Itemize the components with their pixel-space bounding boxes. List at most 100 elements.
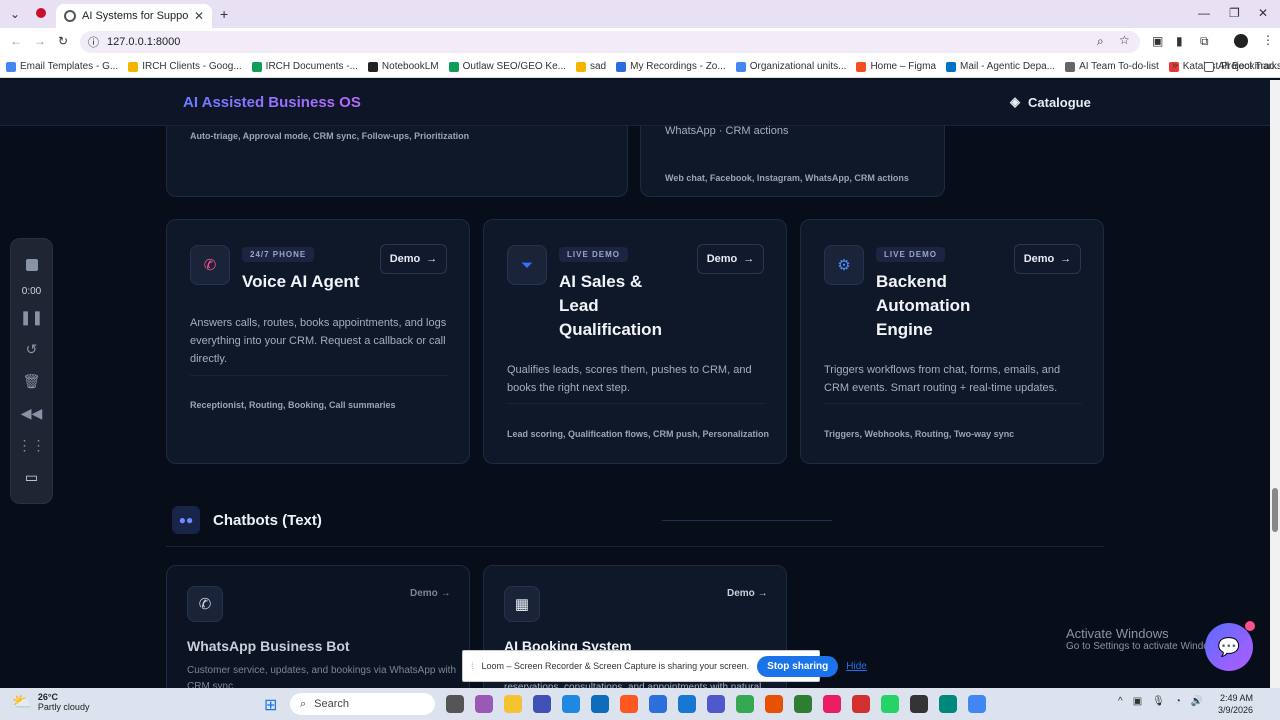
section-accent-line bbox=[662, 520, 832, 521]
file-explorer-icon[interactable] bbox=[504, 695, 522, 713]
zoom-icon[interactable]: ⌕ bbox=[1097, 34, 1104, 49]
tab-title: AI Systems for Support, Sales, a bbox=[82, 10, 188, 22]
more-bookmarks-icon[interactable]: » bbox=[1172, 60, 1178, 71]
stop-recording-icon[interactable] bbox=[11, 249, 52, 281]
taskbar-search[interactable]: ⌕ Search bbox=[290, 693, 435, 715]
trash-icon[interactable]: 🗑 bbox=[11, 365, 52, 397]
site-info-icon[interactable]: ⓘ bbox=[88, 34, 99, 50]
whatsapp-icon[interactable] bbox=[881, 695, 899, 713]
photos-icon[interactable] bbox=[678, 695, 696, 713]
store-icon[interactable] bbox=[533, 695, 551, 713]
arrow-right-icon: → bbox=[426, 253, 438, 265]
brave-icon[interactable] bbox=[620, 695, 638, 713]
demo-link[interactable]: Demo → bbox=[410, 588, 451, 599]
app-icon[interactable] bbox=[910, 695, 928, 713]
bookmark-item[interactable]: Outlaw SEO/GEO Ke... bbox=[448, 61, 566, 72]
stop-sharing-button[interactable]: Stop sharing bbox=[757, 655, 839, 677]
bookmark-item[interactable]: Home – Figma bbox=[856, 61, 936, 72]
brand-logo[interactable]: AI Assisted Business OS bbox=[183, 94, 361, 111]
notification-dot bbox=[1245, 621, 1255, 631]
app-icon[interactable] bbox=[939, 695, 957, 713]
tab-search-icon[interactable]: ⌄ bbox=[10, 7, 20, 21]
new-tab-icon[interactable]: + bbox=[220, 6, 228, 22]
extensions-puzzle-icon[interactable]: ⧉ bbox=[1200, 34, 1209, 49]
grid-icon[interactable]: ⋮⋮ bbox=[11, 429, 52, 461]
workflow-icon: ⚙ bbox=[824, 245, 864, 285]
arrow-right-icon: → bbox=[757, 588, 768, 599]
card-description: Qualifies leads, scores them, pushes to … bbox=[507, 364, 752, 394]
minimize-icon[interactable]: — bbox=[1198, 6, 1210, 20]
section-divider bbox=[166, 546, 1104, 547]
scrollbar-thumb[interactable] bbox=[1272, 488, 1278, 532]
arrow-right-icon: → bbox=[743, 253, 755, 265]
profile-avatar[interactable] bbox=[1234, 34, 1248, 48]
arrow-right-icon: → bbox=[1060, 253, 1072, 265]
bookmark-item[interactable]: IRCH Clients - Goog... bbox=[128, 61, 242, 72]
weather-widget[interactable]: ⛅ 26°C Partly cloudy bbox=[12, 692, 89, 712]
voice-ai-card[interactable]: ✆ 24/7 PHONE Voice AI Agent Demo → Answer… bbox=[166, 219, 470, 464]
restart-icon[interactable]: ↺ bbox=[11, 333, 52, 365]
whatsapp-bot-card[interactable]: ✆ Demo → WhatsApp Business Bot Customer … bbox=[166, 565, 470, 688]
whatsapp-icon: ✆ bbox=[187, 586, 223, 622]
browser-tab[interactable]: AI Systems for Support, Sales, a ✕ bbox=[56, 4, 212, 28]
chat-launcher-button[interactable]: 💬 bbox=[1205, 623, 1253, 671]
bookmark-item[interactable]: sad bbox=[576, 61, 606, 72]
back-icon[interactable]: ← bbox=[10, 34, 22, 48]
url-text[interactable]: 127.0.0.1:8000 bbox=[107, 36, 180, 48]
bookmark-item[interactable]: Organizational units... bbox=[735, 61, 846, 72]
bookmark-item[interactable]: Email Templates - G... bbox=[6, 61, 118, 72]
notepad-icon[interactable] bbox=[649, 695, 667, 713]
bookmark-item[interactable]: Mail - Agentic Depa... bbox=[946, 61, 1055, 72]
catalogue-label: Catalogue bbox=[1028, 94, 1091, 110]
demo-link[interactable]: Demo → bbox=[727, 588, 768, 599]
chat-icon: 💬 bbox=[1217, 636, 1241, 657]
extension-icon[interactable]: ▣ bbox=[1152, 34, 1163, 48]
clock[interactable]: 2:49 AM 3/9/2026 bbox=[1218, 692, 1253, 716]
bookmark-star-icon[interactable]: ☆ bbox=[1119, 33, 1130, 47]
slack-icon[interactable] bbox=[823, 695, 841, 713]
app-icon[interactable] bbox=[765, 695, 783, 713]
teams-icon[interactable] bbox=[707, 695, 725, 713]
extension-icon[interactable]: ▮ bbox=[1176, 34, 1183, 48]
card-description: Triggers workflows from chat, forms, ema… bbox=[824, 364, 1061, 394]
app-icon[interactable] bbox=[794, 695, 812, 713]
windows-start-icon[interactable]: ⊞ bbox=[264, 695, 277, 715]
bot-description: Customer service, updates, and bookings … bbox=[187, 665, 457, 688]
demo-button[interactable]: Demo → bbox=[697, 244, 764, 274]
hide-link[interactable]: Hide bbox=[846, 661, 867, 672]
card-tags: Lead scoring, Qualification flows, CRM p… bbox=[507, 429, 770, 439]
bookmark-item[interactable]: NotebookLM bbox=[367, 61, 439, 72]
browser-tab-bar: ⌄ AI Systems for Support, Sales, a ✕ + —… bbox=[0, 0, 1280, 28]
drag-handle-icon[interactable]: ⁞ bbox=[471, 661, 474, 671]
camera-icon[interactable]: ▭ bbox=[11, 461, 52, 493]
close-tab-icon[interactable]: ✕ bbox=[194, 9, 204, 23]
copilot-icon[interactable] bbox=[475, 695, 493, 713]
demo-button[interactable]: Demo → bbox=[1014, 244, 1081, 274]
task-view-icon[interactable] bbox=[446, 695, 464, 713]
bookmark-item[interactable]: My Recordings - Zo... bbox=[616, 61, 726, 72]
pause-icon[interactable]: ❚❚ bbox=[11, 301, 52, 333]
rewind-icon[interactable]: ◀◀ bbox=[11, 397, 52, 429]
edge-icon[interactable] bbox=[562, 695, 580, 713]
all-bookmarks[interactable]: All Bookmarks bbox=[1204, 61, 1280, 72]
demo-button[interactable]: Demo → bbox=[380, 244, 447, 274]
bookmark-item[interactable]: AI Team To-do-list bbox=[1065, 61, 1159, 72]
chrome-icon[interactable] bbox=[968, 695, 986, 713]
outlook-icon[interactable] bbox=[591, 695, 609, 713]
scrollbar[interactable] bbox=[1270, 80, 1280, 688]
menu-icon[interactable]: ⋮ bbox=[1262, 33, 1274, 47]
system-tray[interactable]: ^ ▣ 🎙 ◔ 🔊 bbox=[1118, 696, 1203, 707]
card-badge: 24/7 PHONE bbox=[242, 247, 315, 262]
share-message: Loom – Screen Recorder & Screen Capture … bbox=[481, 661, 750, 671]
reload-icon[interactable]: ↻ bbox=[58, 34, 68, 48]
catalogue-link[interactable]: ◈ Catalogue bbox=[1010, 94, 1091, 110]
forward-icon[interactable]: → bbox=[34, 34, 46, 48]
maximize-icon[interactable]: ❐ bbox=[1229, 6, 1240, 20]
close-window-icon[interactable]: ✕ bbox=[1258, 6, 1268, 20]
chrome-icon[interactable] bbox=[736, 695, 754, 713]
app-icon[interactable] bbox=[852, 695, 870, 713]
omnibox[interactable]: ⓘ 127.0.0.1:8000 bbox=[80, 31, 1140, 53]
bookmark-item[interactable]: IRCH Documents -... bbox=[251, 61, 358, 72]
ai-sales-card[interactable]: ⏷ LIVE DEMO AI Sales & Lead Qualificatio… bbox=[483, 219, 787, 464]
backend-automation-card[interactable]: ⚙ LIVE DEMO Backend Automation Engine De… bbox=[800, 219, 1104, 464]
